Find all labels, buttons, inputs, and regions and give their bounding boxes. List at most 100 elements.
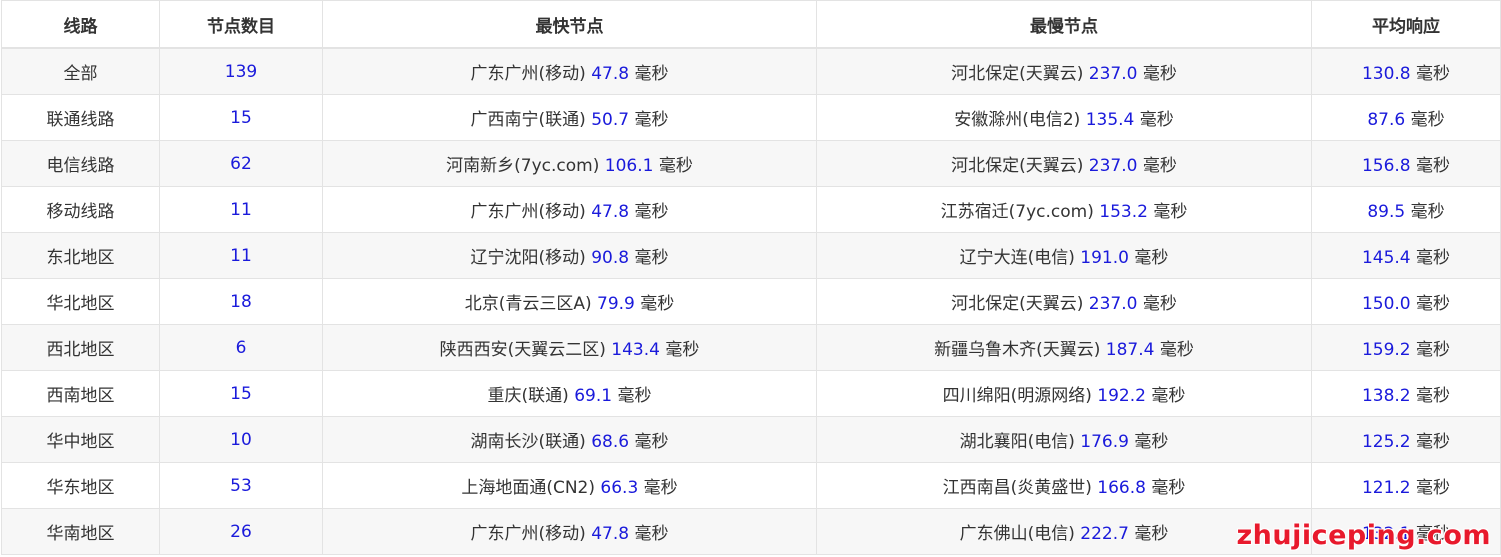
fastest-node-name: 广东广州(移动) bbox=[470, 202, 586, 222]
node-count-cell: 15 bbox=[159, 370, 323, 417]
slowest-node-ms: 176.9 bbox=[1080, 432, 1129, 452]
average-response-cell: 159.2 毫秒 bbox=[1311, 324, 1501, 371]
unit-label: 毫秒 bbox=[1410, 110, 1445, 130]
node-count-cell: 10 bbox=[159, 416, 323, 463]
fastest-node-cell: 上海地面通(CN2) 66.3 毫秒 bbox=[322, 462, 817, 509]
slowest-node-cell: 江苏宿迁(7yc.com) 153.2 毫秒 bbox=[816, 186, 1312, 233]
fastest-node-name: 湖南长沙(联通) bbox=[470, 432, 586, 452]
average-response-ms: 138.2 bbox=[1361, 386, 1411, 406]
site-watermark: zhujiceping.com bbox=[1236, 520, 1491, 551]
node-count-cell: 62 bbox=[159, 140, 323, 187]
unit-label: 毫秒 bbox=[1416, 248, 1451, 268]
fastest-node-name: 陕西西安(天翼云二区) bbox=[439, 340, 606, 360]
node-count: 139 bbox=[224, 61, 258, 82]
slowest-node-ms: 237.0 bbox=[1088, 156, 1138, 176]
header-average-response: 平均响应 bbox=[1311, 0, 1501, 49]
table-row: 电信线路 62 河南新乡(7yc.com) 106.1 毫秒 河北保定(天翼云) 23… bbox=[1, 140, 1501, 187]
table-body: 全部 139 广东广州(移动) 47.8 毫秒 河北保定(天翼云) 237.0 毫秒 1… bbox=[1, 47, 1501, 555]
fastest-node-cell: 陕西西安(天翼云二区) 143.4 毫秒 bbox=[322, 324, 817, 371]
unit-label: 毫秒 bbox=[1142, 156, 1177, 176]
line-cell: 移动线路 bbox=[1, 186, 160, 233]
fastest-node-ms: 47.8 bbox=[591, 64, 630, 84]
average-response-ms: 87.6 bbox=[1367, 110, 1406, 130]
slowest-node-cell: 安徽滁州(电信2) 135.4 毫秒 bbox=[816, 94, 1312, 141]
fastest-node-cell: 广西南宁(联通) 50.7 毫秒 bbox=[322, 94, 817, 141]
fastest-node-ms: 47.8 bbox=[591, 524, 630, 544]
slowest-node-name: 江苏宿迁(7yc.com) bbox=[940, 202, 1094, 222]
node-count-cell: 139 bbox=[159, 47, 323, 95]
table-row: 西南地区 15 重庆(联通) 69.1 毫秒 四川绵阳(明源网络) 192.2 毫秒 1… bbox=[1, 370, 1501, 417]
unit-label: 毫秒 bbox=[634, 524, 669, 544]
slowest-node-name: 河北保定(天翼云) bbox=[951, 64, 1084, 84]
slowest-node-ms: 237.0 bbox=[1088, 64, 1138, 84]
fastest-node-name: 北京(青云三区A) bbox=[464, 294, 592, 314]
table-header-row: 线路 节点数目 最快节点 最慢节点 平均响应 bbox=[1, 0, 1501, 49]
unit-label: 毫秒 bbox=[1142, 64, 1177, 84]
fastest-node-ms: 68.6 bbox=[591, 432, 630, 452]
line-cell: 西南地区 bbox=[1, 370, 160, 417]
node-count-cell: 26 bbox=[159, 508, 323, 555]
unit-label: 毫秒 bbox=[634, 64, 669, 84]
slowest-node-cell: 四川绵阳(明源网络) 192.2 毫秒 bbox=[816, 370, 1312, 417]
node-count: 15 bbox=[230, 383, 252, 404]
average-response-ms: 89.5 bbox=[1367, 202, 1406, 222]
fastest-node-name: 上海地面通(CN2) bbox=[461, 478, 595, 498]
unit-label: 毫秒 bbox=[634, 432, 669, 452]
header-line: 线路 bbox=[1, 0, 160, 49]
unit-label: 毫秒 bbox=[1159, 340, 1194, 360]
table-row: 全部 139 广东广州(移动) 47.8 毫秒 河北保定(天翼云) 237.0 毫秒 1… bbox=[1, 47, 1501, 95]
line-cell: 西北地区 bbox=[1, 324, 160, 371]
slowest-node-ms: 192.2 bbox=[1097, 386, 1146, 406]
slowest-node-name: 河北保定(天翼云) bbox=[951, 156, 1084, 176]
average-response-cell: 150.0 毫秒 bbox=[1311, 278, 1501, 325]
slowest-node-name: 湖北襄阳(电信) bbox=[959, 432, 1075, 452]
unit-label: 毫秒 bbox=[640, 294, 675, 314]
slowest-node-ms: 153.2 bbox=[1099, 202, 1148, 222]
node-count-cell: 11 bbox=[159, 186, 323, 233]
average-response-cell: 121.2 毫秒 bbox=[1311, 462, 1501, 509]
average-response-ms: 150.0 bbox=[1361, 294, 1411, 314]
average-response-ms: 125.2 bbox=[1361, 432, 1411, 452]
node-count: 10 bbox=[230, 429, 252, 450]
fastest-node-cell: 河南新乡(7yc.com) 106.1 毫秒 bbox=[322, 140, 817, 187]
fastest-node-ms: 69.1 bbox=[574, 386, 613, 406]
node-count: 15 bbox=[230, 107, 252, 128]
fastest-node-ms: 106.1 bbox=[604, 156, 654, 176]
slowest-node-cell: 河北保定(天翼云) 237.0 毫秒 bbox=[816, 140, 1312, 187]
slowest-node-name: 新疆乌鲁木齐(天翼云) bbox=[934, 340, 1101, 360]
table-row: 西北地区 6 陕西西安(天翼云二区) 143.4 毫秒 新疆乌鲁木齐(天翼云) 187… bbox=[1, 324, 1501, 371]
fastest-node-cell: 广东广州(移动) 47.8 毫秒 bbox=[322, 47, 817, 95]
unit-label: 毫秒 bbox=[1416, 432, 1451, 452]
fastest-node-name: 广东广州(移动) bbox=[470, 524, 586, 544]
node-count: 26 bbox=[230, 521, 252, 542]
node-count: 11 bbox=[230, 245, 252, 266]
unit-label: 毫秒 bbox=[1151, 386, 1186, 406]
slowest-node-name: 安徽滁州(电信2) bbox=[954, 110, 1081, 130]
line-cell: 华南地区 bbox=[1, 508, 160, 555]
slowest-node-cell: 湖北襄阳(电信) 176.9 毫秒 bbox=[816, 416, 1312, 463]
unit-label: 毫秒 bbox=[634, 202, 669, 222]
average-response-ms: 145.4 bbox=[1361, 248, 1411, 268]
line-cell: 全部 bbox=[1, 47, 160, 95]
average-response-cell: 87.6 毫秒 bbox=[1311, 94, 1501, 141]
unit-label: 毫秒 bbox=[1416, 156, 1451, 176]
slowest-node-ms: 222.7 bbox=[1080, 524, 1129, 544]
fastest-node-name: 辽宁沈阳(移动) bbox=[470, 248, 586, 268]
line-cell: 华东地区 bbox=[1, 462, 160, 509]
fastest-node-ms: 50.7 bbox=[591, 110, 630, 130]
ping-stats-table: 线路 节点数目 最快节点 最慢节点 平均响应 全部 139 广东广州(移动) 47.… bbox=[1, 0, 1501, 555]
node-count-cell: 15 bbox=[159, 94, 323, 141]
unit-label: 毫秒 bbox=[1142, 294, 1177, 314]
unit-label: 毫秒 bbox=[1134, 432, 1169, 452]
average-response-ms: 130.8 bbox=[1361, 64, 1411, 84]
slowest-node-cell: 河北保定(天翼云) 237.0 毫秒 bbox=[816, 47, 1312, 95]
node-count: 18 bbox=[230, 291, 252, 312]
unit-label: 毫秒 bbox=[634, 248, 669, 268]
average-response-cell: 156.8 毫秒 bbox=[1311, 140, 1501, 187]
node-count: 53 bbox=[230, 475, 252, 496]
node-count-cell: 6 bbox=[159, 324, 323, 371]
average-response-cell: 138.2 毫秒 bbox=[1311, 370, 1501, 417]
fastest-node-cell: 广东广州(移动) 47.8 毫秒 bbox=[322, 186, 817, 233]
table-row: 华北地区 18 北京(青云三区A) 79.9 毫秒 河北保定(天翼云) 237.0 毫… bbox=[1, 278, 1501, 325]
slowest-node-ms: 187.4 bbox=[1105, 340, 1155, 360]
